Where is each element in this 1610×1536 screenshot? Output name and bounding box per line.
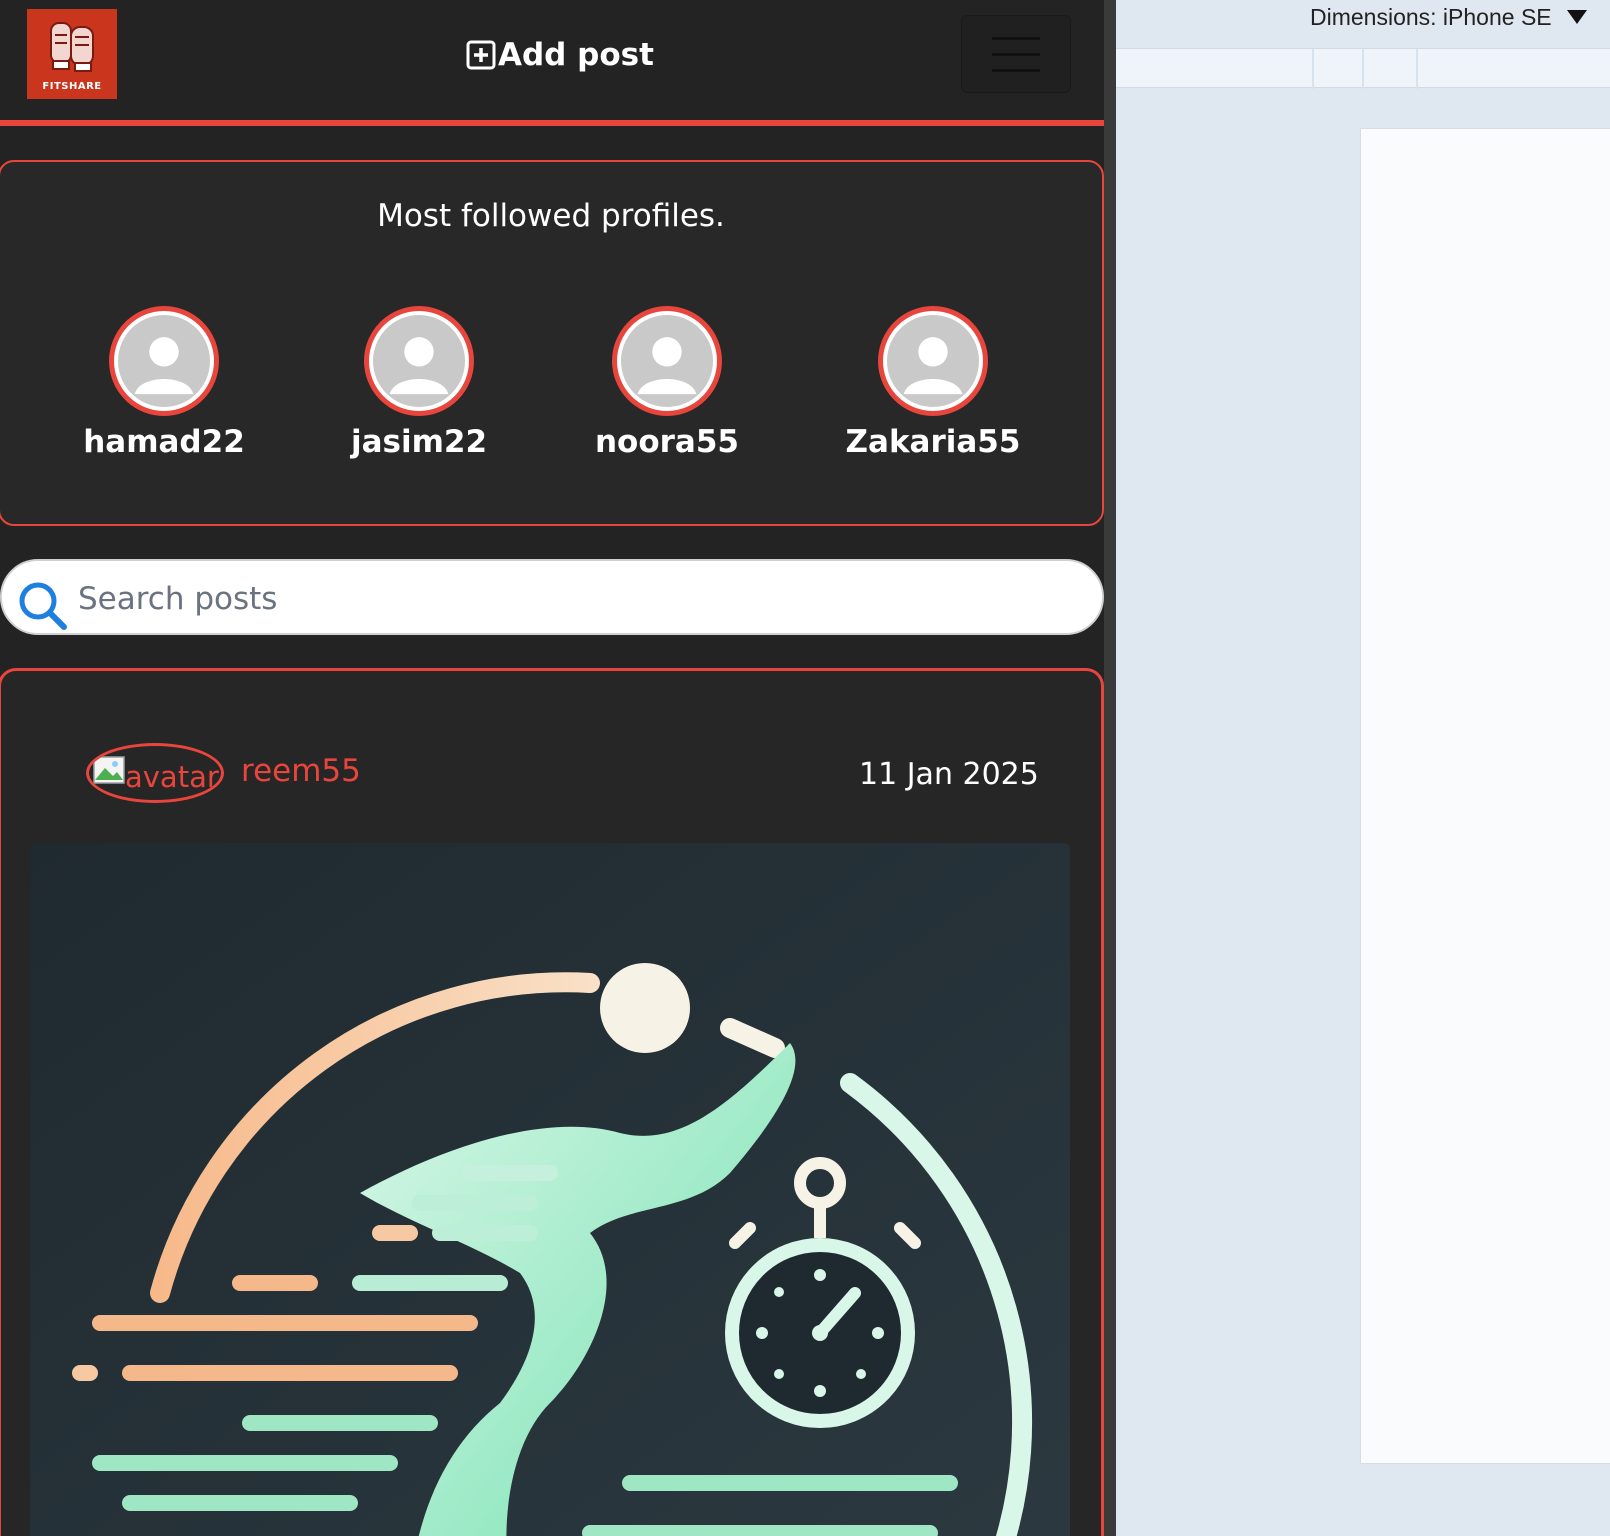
profile-username[interactable]: noora55 bbox=[572, 424, 762, 460]
post-author[interactable]: reem55 bbox=[241, 753, 361, 789]
profile-avatar[interactable] bbox=[364, 306, 474, 416]
media-query-divider bbox=[1312, 49, 1314, 89]
add-post-button[interactable]: Add post bbox=[466, 34, 654, 76]
profile-avatar[interactable] bbox=[612, 306, 722, 416]
profile-item[interactable]: hamad22 bbox=[69, 306, 259, 460]
profile-username[interactable]: jasim22 bbox=[324, 424, 514, 460]
default-user-icon bbox=[373, 315, 465, 407]
hamburger-line bbox=[992, 37, 1040, 40]
device-preview-area bbox=[1360, 128, 1610, 1464]
runner-stopwatch-illustration bbox=[30, 843, 1070, 1536]
post-author-avatar[interactable]: avatar bbox=[86, 743, 224, 803]
post-image[interactable] bbox=[30, 843, 1070, 1536]
app-viewport: FITSHARE Add post Most followed profiles… bbox=[0, 0, 1104, 1536]
default-user-icon bbox=[118, 315, 210, 407]
profile-item[interactable]: jasim22 bbox=[324, 306, 514, 460]
devtools-pane: Dimensions: iPhone SE bbox=[1116, 0, 1610, 1536]
media-query-divider bbox=[1362, 49, 1364, 89]
post-date: 11 Jan 2025 bbox=[859, 757, 1039, 792]
dimensions-dropdown[interactable]: Dimensions: iPhone SE bbox=[1310, 2, 1588, 32]
search-icon[interactable] bbox=[16, 579, 68, 631]
most-followed-card: Most followed profiles. hamad22 jasim22 bbox=[0, 160, 1104, 526]
profile-avatar[interactable] bbox=[109, 306, 219, 416]
hamburger-line bbox=[992, 53, 1040, 56]
boxing-glove-icon bbox=[50, 22, 94, 72]
hamburger-line bbox=[992, 69, 1040, 72]
media-query-bar[interactable] bbox=[1116, 48, 1610, 89]
profile-username[interactable]: Zakaria55 bbox=[838, 424, 1028, 460]
default-user-icon bbox=[887, 315, 979, 407]
profile-item[interactable]: noora55 bbox=[572, 306, 762, 460]
hamburger-menu-button[interactable] bbox=[961, 15, 1071, 93]
top-navbar: FITSHARE Add post bbox=[0, 0, 1104, 126]
most-followed-title: Most followed profiles. bbox=[377, 198, 725, 234]
default-user-icon bbox=[621, 315, 713, 407]
dimensions-label: Dimensions: iPhone SE bbox=[1310, 3, 1552, 30]
post-card: avatar reem55 11 Jan 2025 bbox=[0, 668, 1104, 1536]
pane-divider[interactable] bbox=[1104, 0, 1116, 1536]
profile-item[interactable]: Zakaria55 bbox=[838, 306, 1028, 460]
search-input[interactable] bbox=[78, 571, 1078, 627]
avatar-alt-text: avatar bbox=[125, 760, 219, 794]
plus-square-icon bbox=[466, 40, 496, 70]
profile-avatar[interactable] bbox=[878, 306, 988, 416]
add-post-label: Add post bbox=[498, 37, 654, 73]
fitshare-logo[interactable]: FITSHARE bbox=[27, 9, 117, 99]
search-bar bbox=[0, 559, 1104, 635]
profile-username[interactable]: hamad22 bbox=[69, 424, 259, 460]
broken-image-icon bbox=[93, 756, 125, 784]
media-query-divider bbox=[1416, 49, 1418, 89]
caret-down-icon bbox=[1566, 10, 1587, 24]
logo-text: FITSHARE bbox=[42, 81, 102, 92]
